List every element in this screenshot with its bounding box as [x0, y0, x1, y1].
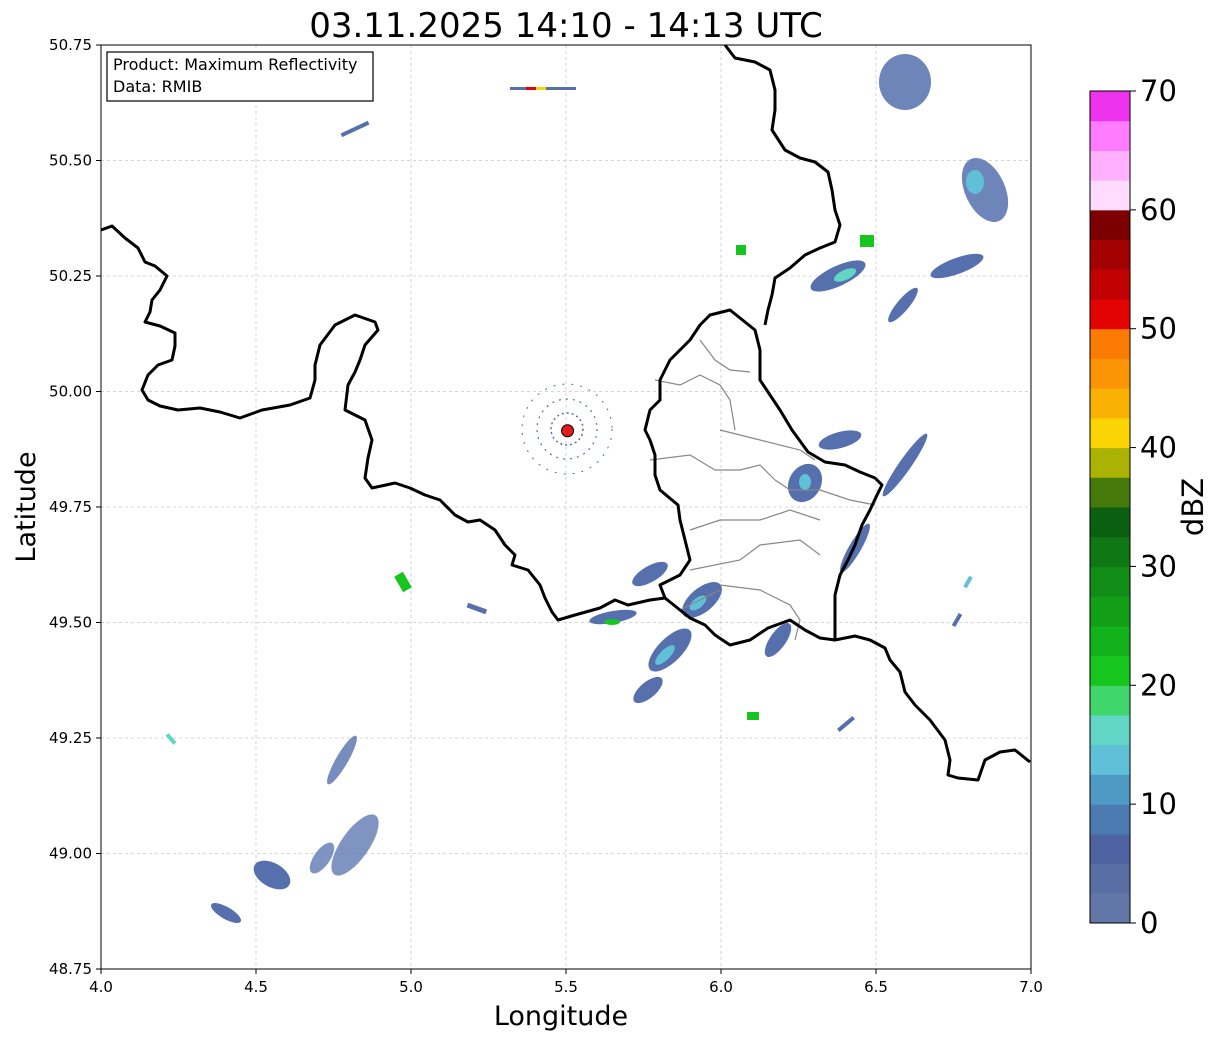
colorbar-bin [1090, 388, 1130, 419]
y-tick-label: 50.75 [49, 36, 92, 54]
colorbar-bin [1090, 863, 1130, 894]
x-tick-label: 7.0 [1019, 978, 1043, 996]
colorbar-bin [1090, 893, 1130, 924]
colorbar-bin [1090, 507, 1130, 538]
y-tick-label: 48.75 [49, 960, 92, 978]
colorbar-bin [1090, 804, 1130, 835]
y-tick-label: 50.00 [49, 383, 92, 401]
colorbar-bin [1090, 447, 1130, 478]
echo-cluster [604, 619, 620, 625]
colorbar-bin [1090, 120, 1130, 151]
radar-map-figure: 03.11.2025 14:10 - 14:13 UTC Product: Ma… [11, 6, 1210, 1032]
x-tick-labels: 4.0 4.5 5.0 5.5 6.0 6.5 7.0 [89, 969, 1043, 996]
colorbar-bin [1090, 209, 1130, 241]
colorbar-bin [1090, 625, 1130, 657]
colorbar-tick-label: 40 [1140, 431, 1177, 465]
y-tick-label: 49.25 [49, 729, 92, 747]
y-tick-label: 49.50 [49, 614, 92, 632]
colorbar-bin [1090, 180, 1130, 211]
colorbar-bin [1090, 744, 1130, 775]
echo-streak [860, 235, 874, 247]
x-tick-label: 5.0 [399, 978, 423, 996]
colorbar-bins [1090, 91, 1130, 924]
colorbar-bin [1090, 239, 1130, 270]
map-axes: Product: Maximum Reflectivity Data: RMIB [100, 44, 1032, 970]
y-axis-label: Latitude [11, 451, 42, 562]
y-tick-label: 49.00 [49, 845, 92, 863]
colorbar-tick-label: 0 [1140, 906, 1158, 940]
colorbar-bin [1090, 536, 1130, 567]
y-tick-label: 50.50 [49, 152, 92, 170]
colorbar: 0 10 20 30 40 50 60 70 dBZ [1089, 74, 1210, 940]
colorbar-bin [1090, 715, 1130, 746]
x-tick-label: 4.0 [89, 978, 113, 996]
colorbar-bin [1090, 358, 1130, 389]
info-box: Product: Maximum Reflectivity Data: RMIB [106, 51, 374, 102]
echo-cluster [966, 170, 984, 194]
echo-cluster [799, 474, 811, 490]
y-tick-labels: 50.75 50.50 50.25 50.00 49.75 49.50 49.25 49.00… [49, 36, 101, 978]
colorbar-tick-label: 70 [1140, 74, 1177, 108]
colorbar-bin [1090, 91, 1130, 122]
colorbar-bin [1090, 150, 1130, 181]
colorbar-bin [1090, 328, 1130, 359]
info-source: Data: RMIB [113, 77, 202, 96]
y-tick-label: 50.25 [49, 267, 92, 285]
x-tick-label: 6.5 [864, 978, 888, 996]
colorbar-tick-label: 10 [1140, 787, 1177, 821]
colorbar-bin [1090, 269, 1130, 300]
x-tick-label: 5.5 [554, 978, 578, 996]
radar-site-marker [561, 424, 575, 438]
colorbar-tick-label: 60 [1140, 193, 1177, 227]
colorbar-bin [1090, 833, 1130, 865]
colorbar-bin [1090, 596, 1130, 627]
x-tick-label: 4.5 [244, 978, 268, 996]
figure-title: 03.11.2025 14:10 - 14:13 UTC [309, 6, 823, 46]
colorbar-tick-label: 50 [1140, 312, 1177, 346]
colorbar-bin [1090, 417, 1130, 449]
colorbar-bin [1090, 299, 1130, 330]
colorbar-label: dBZ [1176, 478, 1210, 536]
info-product: Product: Maximum Reflectivity [113, 55, 357, 74]
colorbar-tick-label: 30 [1140, 549, 1177, 583]
colorbar-tick-label: 20 [1140, 668, 1177, 702]
echo-streak [747, 712, 759, 720]
colorbar-ticks: 0 10 20 30 40 50 60 70 [1130, 74, 1177, 940]
colorbar-bin [1090, 477, 1130, 508]
echo-cluster [879, 54, 931, 110]
echo-streak [536, 87, 546, 90]
echo-streak [736, 245, 746, 255]
colorbar-bin [1090, 685, 1130, 716]
echo-streak [526, 87, 536, 90]
colorbar-bin [1090, 774, 1130, 805]
y-tick-label: 49.75 [49, 498, 92, 516]
colorbar-bin [1090, 655, 1130, 686]
colorbar-bin [1090, 566, 1130, 597]
x-axis-label: Longitude [494, 1001, 628, 1032]
x-tick-label: 6.0 [709, 978, 733, 996]
